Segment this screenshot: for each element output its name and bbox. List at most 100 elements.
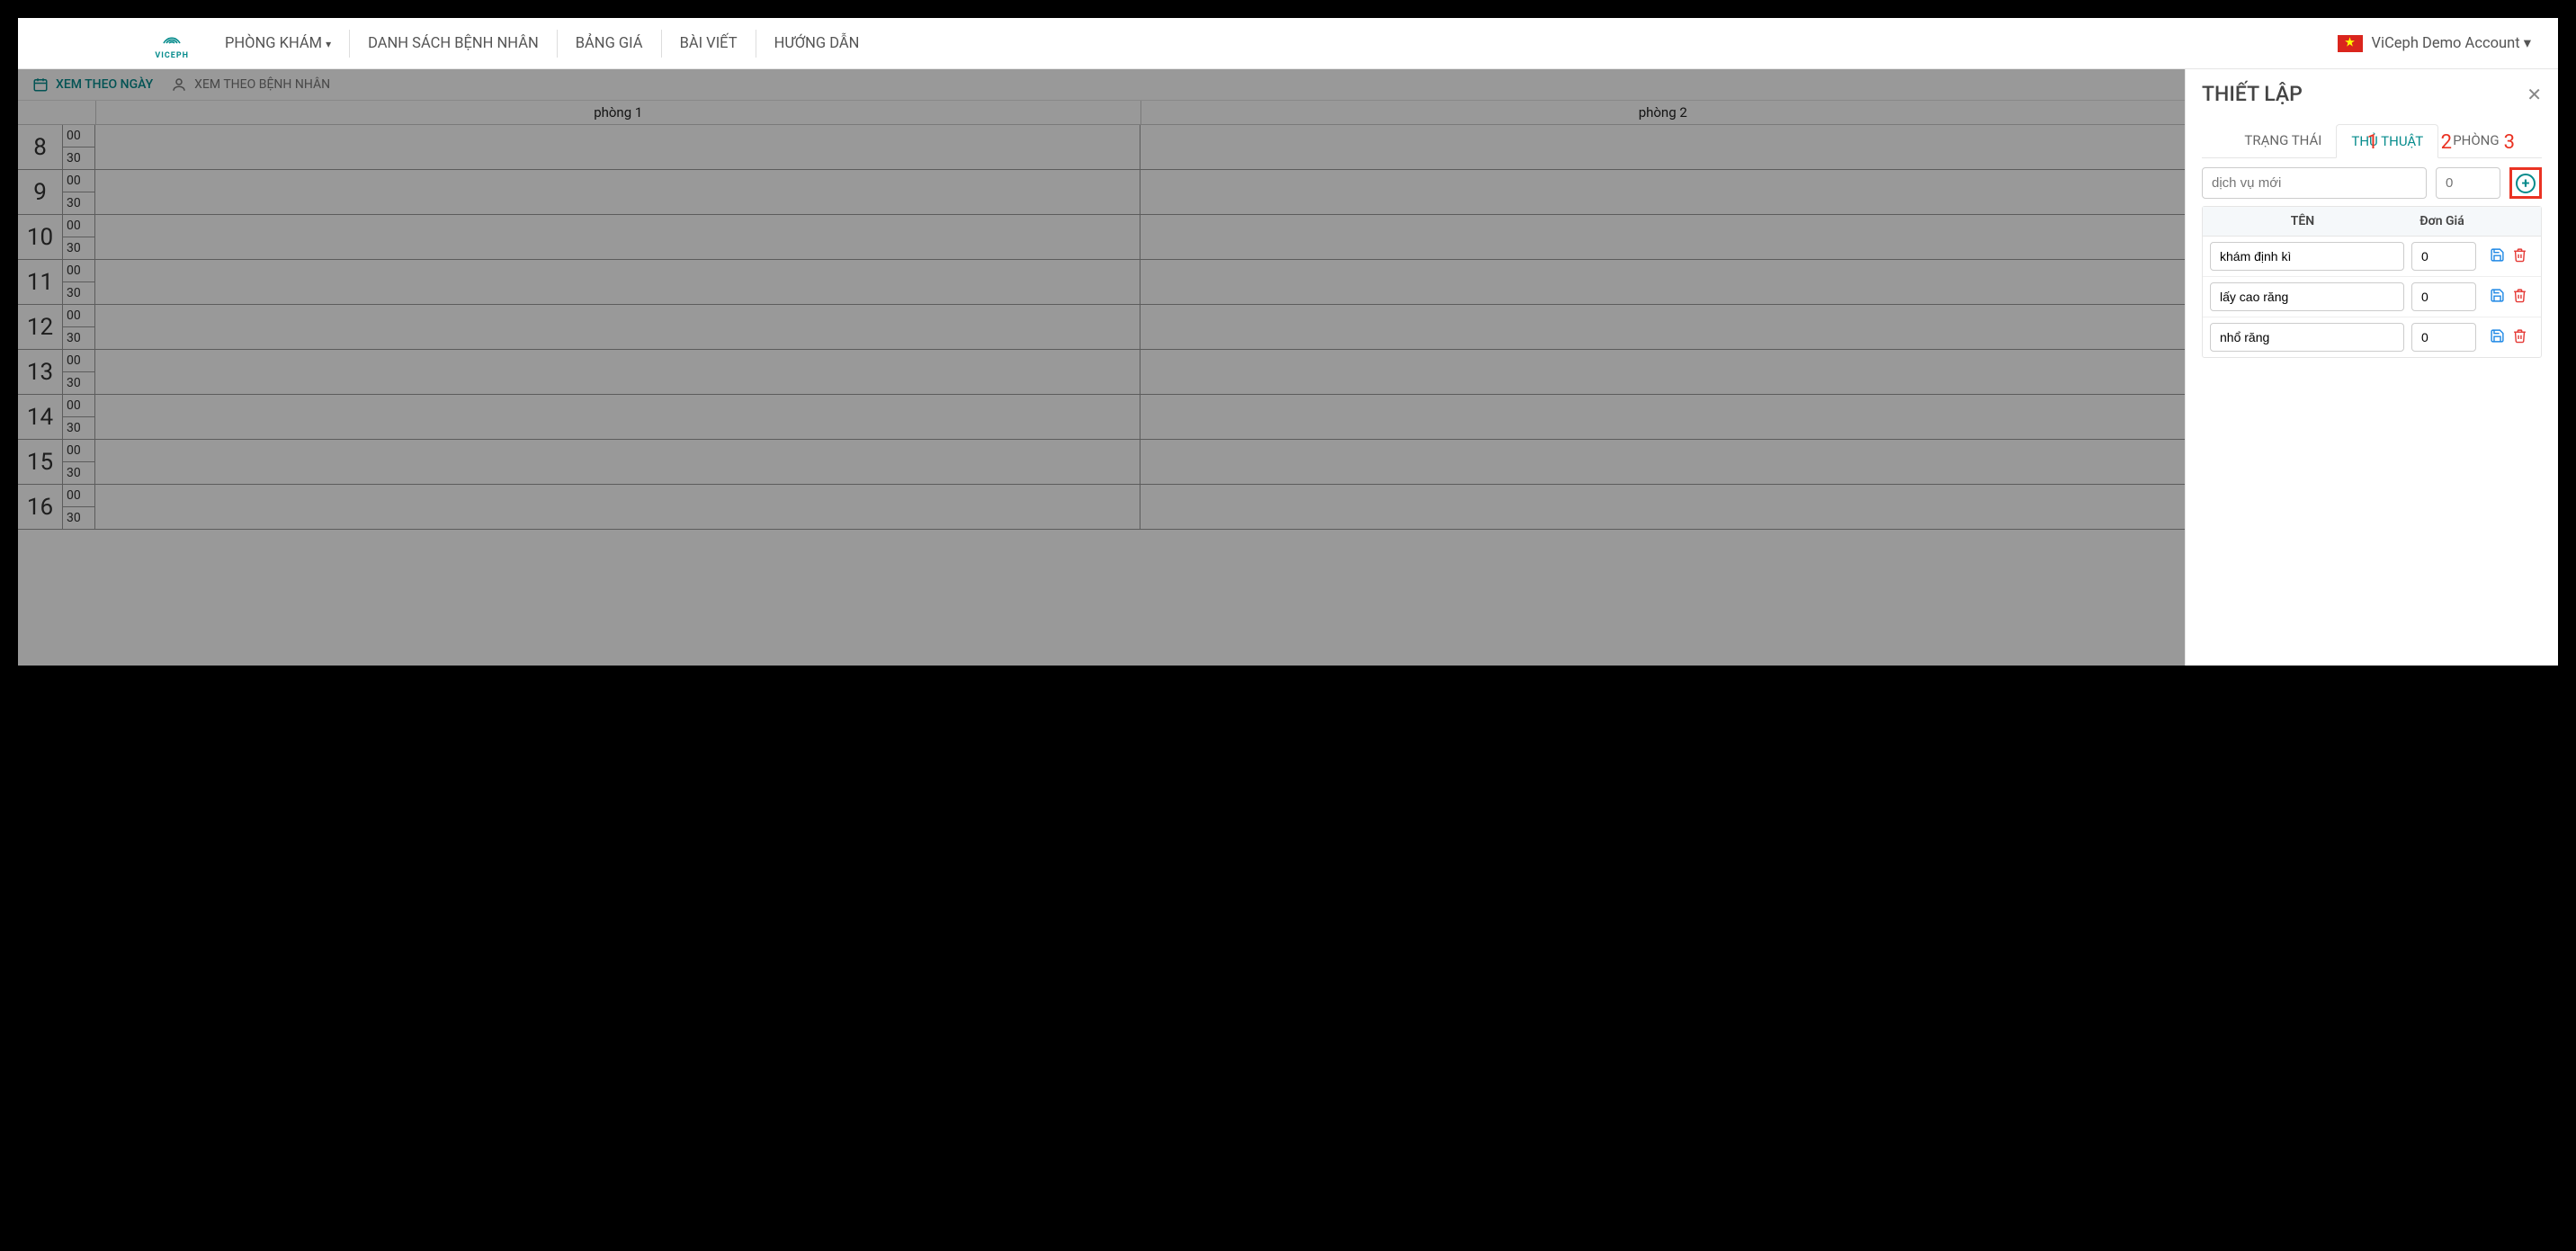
- add-service-button[interactable]: +: [2509, 167, 2542, 199]
- service-name-input[interactable]: [2210, 242, 2404, 271]
- person-icon: [171, 76, 187, 93]
- minute-label: 30: [63, 372, 94, 394]
- calendar-cell[interactable]: [1140, 305, 2185, 349]
- minute-label: 30: [63, 417, 94, 439]
- calendar-area: XEM THEO NGÀY XEM THEO BỆNH NHÂN phòng 1…: [18, 69, 2185, 666]
- calendar-hour-row: 150030: [18, 440, 2185, 485]
- calendar-cell[interactable]: [1140, 485, 2185, 529]
- minute-label: 00: [63, 305, 94, 327]
- annotation-2: 2: [2441, 131, 2452, 154]
- save-icon[interactable]: [2490, 247, 2505, 266]
- chevron-down-icon: ▾: [2524, 35, 2531, 52]
- view-by-patient-button[interactable]: XEM THEO BỆNH NHÂN: [171, 76, 330, 93]
- logo-icon: [155, 27, 189, 51]
- calendar-cell[interactable]: [1140, 215, 2185, 259]
- service-row: [2203, 317, 2541, 357]
- brand-logo: VICEPH: [155, 27, 189, 60]
- calendar-hour-row: 100030: [18, 215, 2185, 260]
- flag-vietnam-icon[interactable]: [2338, 35, 2363, 52]
- settings-panel: THIẾT LẬP ✕ TRẠNG THÁI THỦ THUẬT PHÒNG 1…: [2185, 69, 2558, 666]
- hour-label: 10: [18, 215, 63, 259]
- minute-label: 30: [63, 462, 94, 484]
- calendar-hour-row: 80030: [18, 125, 2185, 170]
- hour-label: 11: [18, 260, 63, 304]
- settings-tabs: TRẠNG THÁI THỦ THUẬT PHÒNG 1 2 3: [2202, 124, 2542, 158]
- minute-label: 30: [63, 192, 94, 214]
- calendar-cell[interactable]: [95, 485, 1140, 529]
- service-price-input[interactable]: [2411, 242, 2476, 271]
- nav-pricing[interactable]: BẢNG GIÁ: [558, 30, 662, 58]
- service-name-input[interactable]: [2210, 282, 2404, 311]
- account-menu[interactable]: ViCeph Demo Account ▾: [2372, 34, 2531, 52]
- calendar-cell[interactable]: [95, 170, 1140, 214]
- calendar-cell[interactable]: [95, 395, 1140, 439]
- service-name-input[interactable]: [2210, 323, 2404, 352]
- nav-articles[interactable]: BÀI VIẾT: [662, 30, 756, 58]
- calendar-cell[interactable]: [95, 125, 1140, 169]
- nav-patients[interactable]: DANH SÁCH BỆNH NHÂN: [350, 30, 558, 58]
- hour-label: 13: [18, 350, 63, 394]
- service-price-input[interactable]: [2411, 282, 2476, 311]
- calendar-cell[interactable]: [1140, 350, 2185, 394]
- calendar-hour-row: 140030: [18, 395, 2185, 440]
- delete-icon[interactable]: [2512, 328, 2527, 347]
- calendar-cell[interactable]: [95, 305, 1140, 349]
- top-navbar: VICEPH PHÒNG KHÁM▾ DANH SÁCH BỆNH NHÂN B…: [18, 18, 2558, 69]
- services-table: TÊN Đơn Giá: [2202, 206, 2542, 358]
- nav-clinic[interactable]: PHÒNG KHÁM▾: [207, 30, 350, 58]
- calendar-hour-row: 160030: [18, 485, 2185, 530]
- minute-label: 00: [63, 440, 94, 462]
- minute-label: 30: [63, 507, 94, 529]
- calendar-cell[interactable]: [1140, 395, 2185, 439]
- calendar-hour-row: 120030: [18, 305, 2185, 350]
- delete-icon[interactable]: [2512, 288, 2527, 307]
- hour-label: 14: [18, 395, 63, 439]
- calendar-cell[interactable]: [1140, 440, 2185, 484]
- plus-circle-icon: +: [2516, 174, 2536, 193]
- minute-label: 30: [63, 147, 94, 169]
- col-price-header: Đơn Giá: [2402, 207, 2482, 236]
- hour-label: 9: [18, 170, 63, 214]
- calendar-icon: [32, 76, 49, 93]
- calendar-cell[interactable]: [1140, 260, 2185, 304]
- calendar-cell[interactable]: [95, 440, 1140, 484]
- new-service-price-input[interactable]: [2436, 167, 2500, 199]
- minute-label: 00: [63, 170, 94, 192]
- calendar-cell[interactable]: [95, 350, 1140, 394]
- calendar-cell[interactable]: [1140, 125, 2185, 169]
- annotation-3: 3: [2504, 131, 2515, 154]
- tab-status[interactable]: TRẠNG THÁI: [2230, 124, 2336, 157]
- close-icon[interactable]: ✕: [2527, 84, 2542, 105]
- col-name-header: TÊN: [2203, 207, 2402, 236]
- hour-label: 12: [18, 305, 63, 349]
- service-price-input[interactable]: [2411, 323, 2476, 352]
- calendar-cell[interactable]: [1140, 170, 2185, 214]
- room-header: phòng 1: [95, 101, 1140, 124]
- calendar-hour-row: 130030: [18, 350, 2185, 395]
- save-icon[interactable]: [2490, 288, 2505, 307]
- new-service-name-input[interactable]: [2202, 167, 2427, 199]
- delete-icon[interactable]: [2512, 247, 2527, 266]
- minute-label: 30: [63, 327, 94, 349]
- hour-label: 15: [18, 440, 63, 484]
- minute-label: 00: [63, 395, 94, 417]
- view-by-day-button[interactable]: XEM THEO NGÀY: [32, 76, 153, 93]
- minute-label: 30: [63, 237, 94, 259]
- hour-label: 16: [18, 485, 63, 529]
- tab-procedure[interactable]: THỦ THUẬT: [2336, 124, 2438, 158]
- save-icon[interactable]: [2490, 328, 2505, 347]
- minute-label: 00: [63, 485, 94, 507]
- chevron-down-icon: ▾: [326, 38, 331, 50]
- calendar-cell[interactable]: [95, 260, 1140, 304]
- service-row: [2203, 277, 2541, 317]
- minute-label: 00: [63, 215, 94, 237]
- nav-guide[interactable]: HƯỚNG DẪN: [756, 30, 878, 58]
- calendar-cell[interactable]: [95, 215, 1140, 259]
- minute-label: 30: [63, 282, 94, 304]
- minute-label: 00: [63, 125, 94, 147]
- panel-title: THIẾT LẬP: [2202, 82, 2303, 106]
- minute-label: 00: [63, 350, 94, 372]
- hour-label: 8: [18, 125, 63, 169]
- calendar-hour-row: 90030: [18, 170, 2185, 215]
- room-header: phòng 2: [1140, 101, 2186, 124]
